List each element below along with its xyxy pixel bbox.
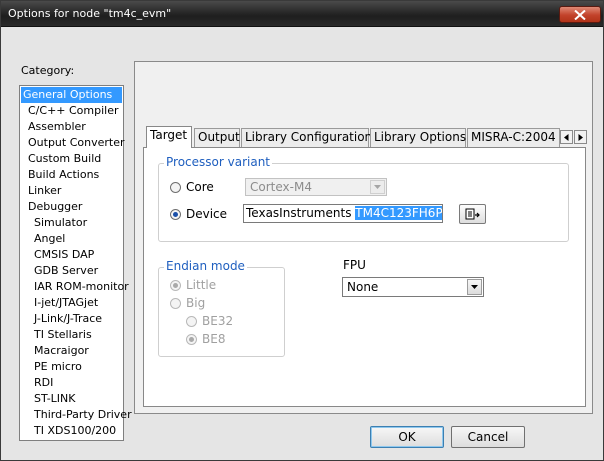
category-item-ti-stellaris[interactable]: TI Stellaris bbox=[32, 327, 94, 343]
category-item-build-actions[interactable]: Build Actions bbox=[26, 167, 101, 183]
triangle-right-icon bbox=[578, 133, 583, 141]
tab-misra-c-2004[interactable]: MISRA-C:2004 bbox=[467, 128, 560, 147]
tab-scroll-left-button[interactable] bbox=[560, 130, 573, 144]
fpu-select-arrow[interactable] bbox=[467, 279, 482, 295]
tab-target[interactable]: Target bbox=[146, 126, 192, 148]
cancel-button[interactable]: Cancel bbox=[451, 426, 525, 448]
big-radio[interactable] bbox=[170, 298, 181, 309]
be8-radio[interactable] bbox=[186, 334, 197, 345]
category-item-general-options[interactable]: General Options bbox=[21, 87, 122, 103]
little-label: Little bbox=[186, 278, 217, 292]
category-item-rdi[interactable]: RDI bbox=[32, 375, 55, 391]
category-item-j-link-j-trace[interactable]: J-Link/J-Trace bbox=[32, 311, 104, 327]
core-select-arrow[interactable] bbox=[370, 180, 385, 194]
fpu-select[interactable]: None bbox=[342, 277, 484, 297]
device-list-icon bbox=[465, 208, 480, 219]
category-item-assembler[interactable]: Assembler bbox=[26, 119, 88, 135]
device-radio[interactable] bbox=[170, 209, 181, 220]
device-selected-text: TM4C123FH6PM bbox=[355, 206, 442, 220]
category-item-angel[interactable]: Angel bbox=[32, 231, 67, 247]
tab-library-configuration[interactable]: Library Configuration bbox=[241, 128, 372, 147]
category-list[interactable]: General Options C/C++ Compiler Assembler… bbox=[19, 85, 132, 441]
core-select-value: Cortex-M4 bbox=[250, 180, 312, 194]
endian-mode-title: Endian mode bbox=[164, 259, 247, 273]
category-item-ti-xds100-200[interactable]: TI XDS100/200 bbox=[32, 423, 118, 439]
category-item-gdb-server[interactable]: GDB Server bbox=[32, 263, 100, 279]
category-item-i-jet-jtagjet[interactable]: I-jet/JTAGjet bbox=[32, 295, 100, 311]
title-bar[interactable]: Options for node "tm4c_evm" bbox=[1, 1, 603, 27]
processor-variant-title: Processor variant bbox=[164, 155, 272, 169]
triangle-left-icon bbox=[564, 133, 569, 141]
be8-label: BE8 bbox=[202, 332, 226, 346]
options-dialog: Options for node "tm4c_evm" Category: Ge… bbox=[0, 0, 604, 461]
device-label: Device bbox=[186, 207, 228, 221]
core-select[interactable]: Cortex-M4 bbox=[245, 178, 387, 196]
device-input[interactable]: TexasInstruments TM4C123FH6PM bbox=[243, 204, 443, 223]
category-item-c-cpp-compiler[interactable]: C/C++ Compiler bbox=[26, 103, 121, 119]
category-item-output-converter[interactable]: Output Converter bbox=[26, 135, 127, 151]
window-title: Options for node "tm4c_evm" bbox=[8, 7, 172, 20]
tab-output[interactable]: Output bbox=[194, 128, 240, 147]
be32-radio[interactable] bbox=[186, 316, 197, 327]
processor-variant-group bbox=[158, 163, 569, 242]
category-item-linker[interactable]: Linker bbox=[26, 183, 63, 199]
chevron-down-icon bbox=[471, 285, 478, 289]
device-vendor-text: TexasInstruments bbox=[246, 206, 352, 220]
fpu-select-value: None bbox=[347, 280, 379, 294]
category-item-third-party-driver[interactable]: Third-Party Driver bbox=[32, 407, 134, 423]
category-item-debugger[interactable]: Debugger bbox=[26, 199, 84, 215]
category-item-custom-build[interactable]: Custom Build bbox=[26, 151, 103, 167]
little-radio[interactable] bbox=[170, 280, 181, 291]
fpu-label: FPU bbox=[343, 258, 366, 272]
category-item-st-link[interactable]: ST-LINK bbox=[32, 391, 77, 407]
category-item-pe-micro[interactable]: PE micro bbox=[32, 359, 84, 375]
big-label: Big bbox=[186, 296, 206, 310]
core-radio[interactable] bbox=[170, 182, 181, 193]
close-button[interactable] bbox=[559, 6, 601, 23]
category-item-cmsis-dap[interactable]: CMSIS DAP bbox=[32, 247, 96, 263]
category-label: Category: bbox=[21, 64, 75, 77]
tab-library-options[interactable]: Library Options bbox=[370, 128, 466, 147]
category-item-macraigor[interactable]: Macraigor bbox=[32, 343, 91, 359]
be32-label: BE32 bbox=[202, 314, 234, 328]
target-tab-body: Processor variant Core Cortex-M4 Device … bbox=[143, 147, 586, 407]
chevron-down-icon bbox=[374, 185, 381, 189]
core-label: Core bbox=[186, 180, 214, 194]
select-device-button[interactable] bbox=[459, 204, 486, 224]
category-item-simulator[interactable]: Simulator bbox=[32, 215, 89, 231]
ok-button[interactable]: OK bbox=[370, 426, 444, 448]
category-item-iar-rom-monitor[interactable]: IAR ROM-monitor bbox=[32, 279, 131, 295]
tab-scroll-right-button[interactable] bbox=[574, 130, 587, 144]
close-icon bbox=[574, 9, 586, 20]
device-input-text: TexasInstruments TM4C123FH6PM bbox=[246, 206, 442, 220]
